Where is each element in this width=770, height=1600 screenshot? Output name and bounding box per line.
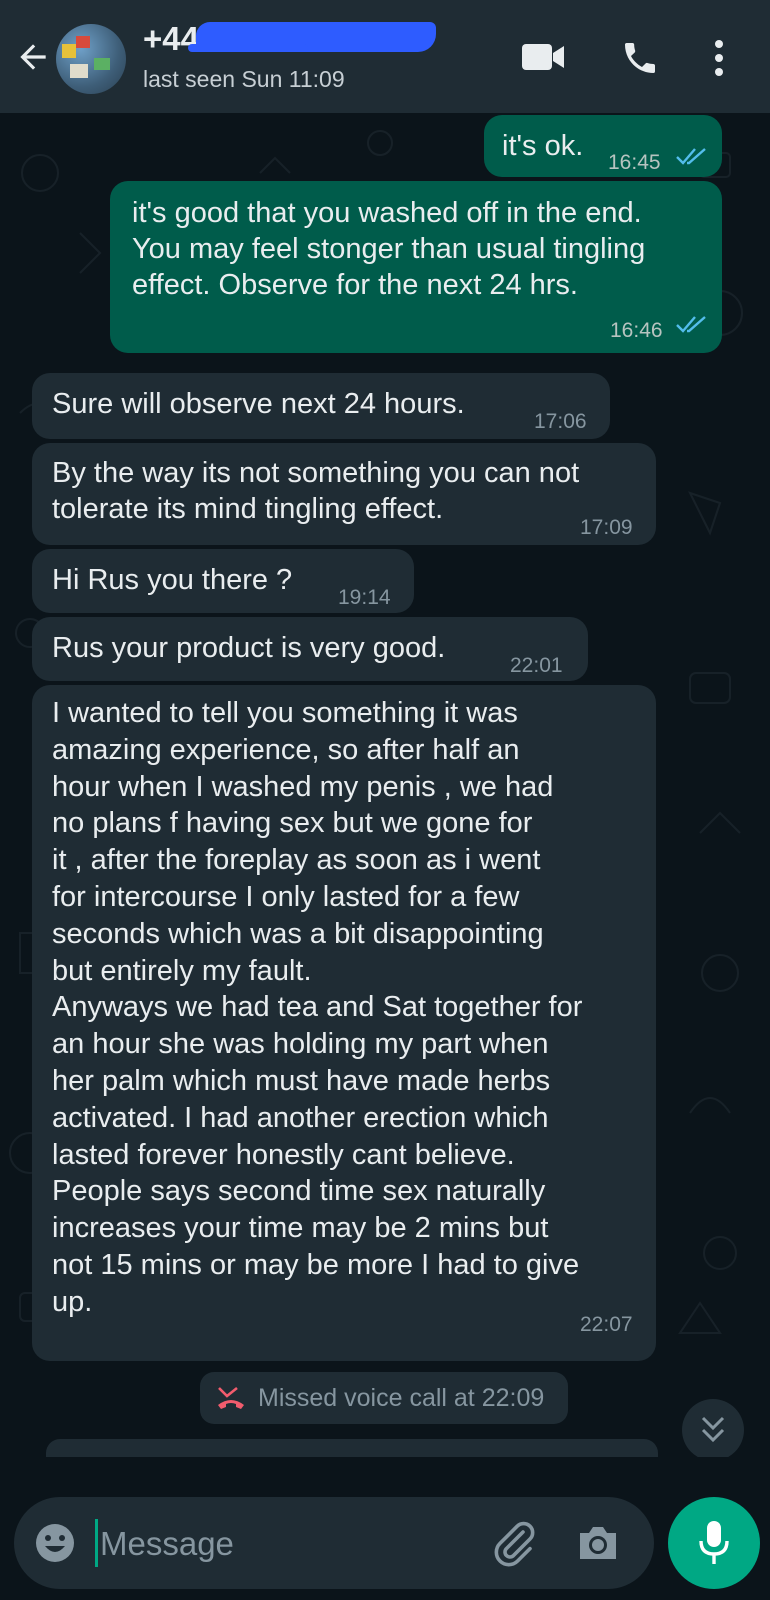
redaction-mark <box>188 44 308 52</box>
message-input[interactable]: Message <box>14 1497 654 1589</box>
video-call-icon[interactable] <box>522 40 566 74</box>
message-text: Hi Rus you there ? <box>52 564 293 596</box>
chat-header: +44 last seen Sun 11:09 <box>0 0 770 113</box>
missed-call-text: Missed voice call at 22:09 <box>258 1384 545 1412</box>
message-text: By the way its not something you can not… <box>52 457 580 525</box>
message-placeholder: Message <box>100 1525 234 1562</box>
message-time: 22:01 <box>510 654 563 677</box>
message-time: 17:09 <box>580 516 633 539</box>
more-options-icon[interactable] <box>712 38 726 78</box>
outgoing-message[interactable]: it's good that you washed off in the end… <box>110 181 722 353</box>
emoji-icon[interactable] <box>34 1522 76 1564</box>
message-time: 16:45 <box>608 151 661 174</box>
text-cursor <box>95 1519 98 1567</box>
microphone-icon <box>699 1521 729 1564</box>
incoming-message[interactable]: By the way its not something you can not… <box>32 443 656 545</box>
composer-bar: Message <box>0 1457 770 1600</box>
camera-icon[interactable] <box>576 1521 620 1563</box>
message-text: it's ok. <box>502 130 584 162</box>
partial-message <box>46 1439 658 1457</box>
incoming-message[interactable]: Sure will observe next 24 hours. 17:06 <box>32 373 610 439</box>
read-receipt-icon <box>676 148 706 165</box>
attach-icon[interactable] <box>490 1519 538 1567</box>
missed-call-notice[interactable]: Missed voice call at 22:09 <box>200 1372 568 1424</box>
missed-call-icon <box>218 1386 244 1409</box>
incoming-message[interactable]: Rus your product is very good. 22:01 <box>32 617 588 681</box>
message-time: 22:07 <box>580 1313 633 1336</box>
voice-call-icon[interactable] <box>620 38 660 78</box>
message-text: it's good that you washed off in the end… <box>132 197 646 301</box>
message-time: 19:14 <box>338 586 391 609</box>
chat-area[interactable]: it's ok. 16:45 it's good that you washed… <box>0 113 770 1457</box>
scroll-to-bottom-button[interactable] <box>682 1399 744 1457</box>
incoming-message[interactable]: Hi Rus you there ? 19:14 <box>32 549 414 613</box>
outgoing-message[interactable]: it's ok. 16:45 <box>484 115 722 177</box>
contact-avatar[interactable] <box>56 24 126 94</box>
double-chevron-down-icon <box>701 1416 725 1443</box>
last-seen-status: last seen Sun 11:09 <box>143 66 345 92</box>
back-arrow-icon[interactable] <box>14 38 52 76</box>
message-time: 17:06 <box>534 410 587 433</box>
voice-message-button[interactable] <box>668 1497 760 1589</box>
message-text: Rus your product is very good. <box>52 632 446 664</box>
contact-name[interactable]: +44 <box>143 20 199 58</box>
read-receipt-icon <box>676 316 706 333</box>
message-text: I wanted to tell you something it was am… <box>52 697 583 1318</box>
incoming-message[interactable]: I wanted to tell you something it was am… <box>32 685 656 1361</box>
message-time: 16:46 <box>610 319 663 342</box>
message-text: Sure will observe next 24 hours. <box>52 388 465 420</box>
